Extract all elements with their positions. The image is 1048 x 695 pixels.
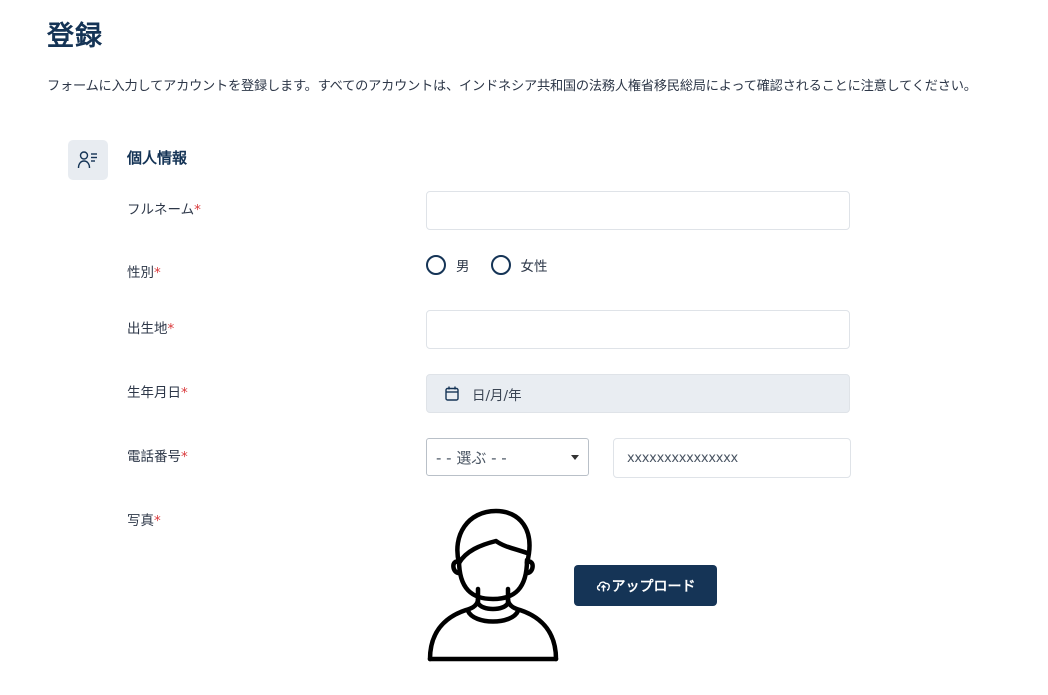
phone-country-select[interactable]: - - 選ぶ - - (426, 438, 589, 476)
required-mark: * (181, 385, 188, 401)
cloud-upload-icon (596, 581, 610, 592)
required-mark: * (154, 265, 161, 281)
birthplace-input[interactable] (426, 310, 850, 349)
photo-label: 写真* (127, 513, 161, 529)
birthplace-label: 出生地* (127, 321, 175, 337)
phone-label: 電話番号* (127, 449, 188, 465)
full-name-input[interactable] (426, 191, 850, 230)
user-list-icon (68, 140, 108, 180)
upload-button[interactable]: アップロード (574, 565, 717, 606)
gender-male-label[interactable]: 男 (456, 255, 470, 275)
required-mark: * (181, 449, 188, 465)
registration-page: 登録 フォームに入力してアカウントを登録します。すべてのアカウントは、インドネシ… (0, 0, 1048, 695)
required-mark: * (194, 202, 201, 218)
required-mark: * (154, 513, 161, 529)
gender-female-radio[interactable] (490, 255, 511, 275)
gender-radio-group: 男 女性 (426, 255, 569, 275)
upload-button-label: アップロード (611, 578, 696, 595)
birthdate-input[interactable]: 日/月/年 (426, 374, 850, 413)
gender-label: 性別* (127, 265, 161, 281)
section-title: 個人情報 (127, 149, 188, 167)
page-description: フォームに入力してアカウントを登録します。すべてのアカウントは、インドネシア共和… (47, 79, 977, 94)
phone-number-placeholder: xxxxxxxxxxxxxxx (627, 450, 738, 466)
avatar-placeholder-icon (426, 507, 560, 666)
page-title: 登録 (47, 21, 103, 52)
birthdate-label: 生年月日* (127, 385, 188, 401)
full-name-label: フルネーム* (127, 202, 201, 218)
calendar-icon (445, 386, 459, 401)
required-mark: * (167, 321, 175, 337)
phone-country-select-value: - - 選ぶ - - (436, 448, 507, 467)
gender-female-label[interactable]: 女性 (521, 255, 548, 275)
chevron-down-icon (571, 454, 579, 460)
phone-number-input[interactable]: xxxxxxxxxxxxxxx (613, 438, 851, 478)
gender-male-radio[interactable] (426, 255, 446, 275)
birthdate-placeholder: 日/月/年 (472, 387, 522, 404)
